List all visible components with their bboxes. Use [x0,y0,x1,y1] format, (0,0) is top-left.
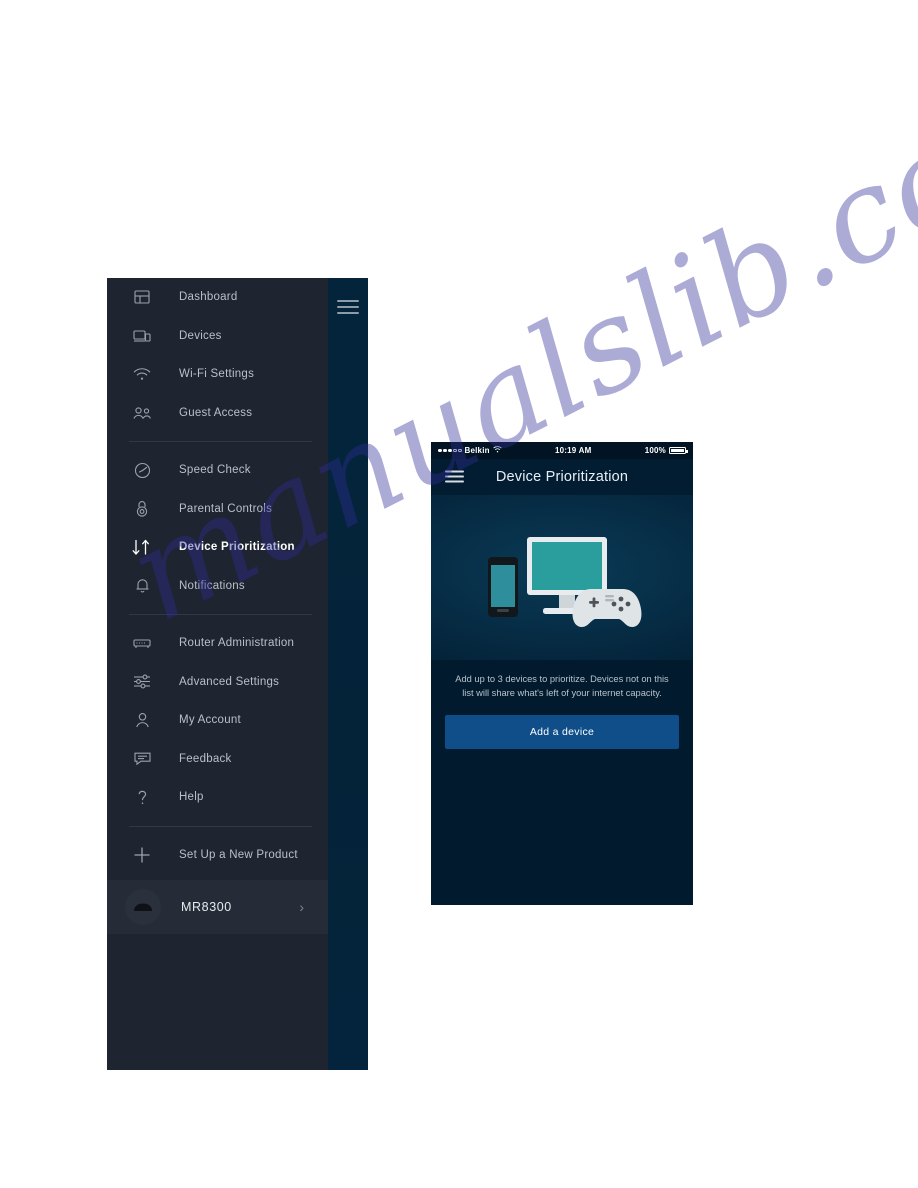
sidebar-item-feedback[interactable]: Feedback [107,740,328,779]
guest-users-icon [129,401,155,425]
hamburger-menu-icon[interactable] [337,300,359,315]
sidebar-router-row[interactable]: MR8300 › [107,880,328,934]
sidebar-item-guest-access[interactable]: Guest Access [107,394,328,433]
sidebar-item-label: Parental Controls [179,502,273,515]
sidebar-item-label: My Account [179,714,241,727]
bell-icon [129,574,155,598]
padlock-icon [129,497,155,521]
router-icon [129,631,155,655]
add-device-button[interactable]: Add a device [445,714,679,749]
sidebar-item-label: Router Administration [179,637,295,650]
sidebar-item-label: Feedback [179,752,232,765]
sidebar-right-strip [328,278,368,1070]
status-bar-left: Belkin [438,446,502,455]
sidebar-item-dashboard[interactable]: Dashboard [107,278,328,317]
sidebar-item-label: Advanced Settings [179,675,280,688]
sidebar-item-set-up-new-product[interactable]: Set Up a New Product [107,836,328,875]
menu-divider [129,441,312,442]
sidebar-item-label: Device Prioritization [179,541,295,554]
sidebar-item-wifi-settings[interactable]: Wi-Fi Settings [107,355,328,394]
page-title: Device Prioritization [495,469,629,485]
sliders-icon [129,670,155,694]
question-mark-icon [129,785,155,809]
sidebar-item-label: Help [179,791,204,804]
menu-divider [129,825,312,827]
description-text: Add up to 3 devices to prioritize. Devic… [455,674,669,699]
wifi-icon [129,362,155,386]
phone-status-bar: Belkin 10:19 AM 100% [431,442,693,459]
speech-bubble-icon [129,747,155,771]
sidebar-item-label: Guest Access [179,406,253,419]
sidebar-screenshot: Dashboard Devices Wi-Fi Settings Guest A… [107,278,368,1070]
sidebar-item-speed-check[interactable]: Speed Check [107,451,328,490]
sidebar-item-label: Speed Check [179,464,251,477]
sidebar-item-my-account[interactable]: My Account [107,701,328,740]
sidebar-item-router-administration[interactable]: Router Administration [107,624,328,663]
person-icon [129,708,155,732]
status-bar-right: 100% [644,446,688,455]
speedometer-icon [129,458,155,482]
phone-screenshot: Belkin 10:19 AM 100% Device Prioritizati… [431,442,693,905]
dashboard-icon [129,285,155,309]
menu-divider [129,614,312,615]
sidebar-item-notifications[interactable]: Notifications [107,567,328,606]
sidebar-item-parental-controls[interactable]: Parental Controls [107,490,328,529]
sidebar-item-help[interactable]: Help [107,778,328,817]
status-bar-time: 10:19 AM [555,446,592,455]
router-name: MR8300 [181,900,232,914]
devices-illustration [431,495,693,660]
sidebar-item-label: Notifications [179,579,245,592]
sidebar-item-device-prioritization[interactable]: Device Prioritization [107,528,328,567]
chevron-right-icon[interactable]: › [299,899,304,915]
battery-full-icon [668,447,688,454]
hamburger-menu-icon[interactable] [445,470,464,484]
sidebar-item-advanced-settings[interactable]: Advanced Settings [107,663,328,702]
carrier-name: Belkin [464,446,490,455]
signal-strength-icon [438,448,462,453]
sidebar-menu: Dashboard Devices Wi-Fi Settings Guest A… [107,278,328,1070]
devices-icon [129,324,155,348]
sidebar-item-devices[interactable]: Devices [107,317,328,356]
sidebar-item-label: Set Up a New Product [179,848,298,861]
sidebar-item-label: Devices [179,329,222,342]
up-down-arrows-icon [129,535,155,559]
battery-percent: 100% [644,446,666,455]
wifi-icon [493,446,502,455]
sidebar-item-label: Wi-Fi Settings [179,368,255,381]
router-avatar-icon [125,889,161,925]
plus-icon [129,843,155,867]
phone-app-header: Device Prioritization [431,459,693,495]
sidebar-item-label: Dashboard [179,291,238,304]
